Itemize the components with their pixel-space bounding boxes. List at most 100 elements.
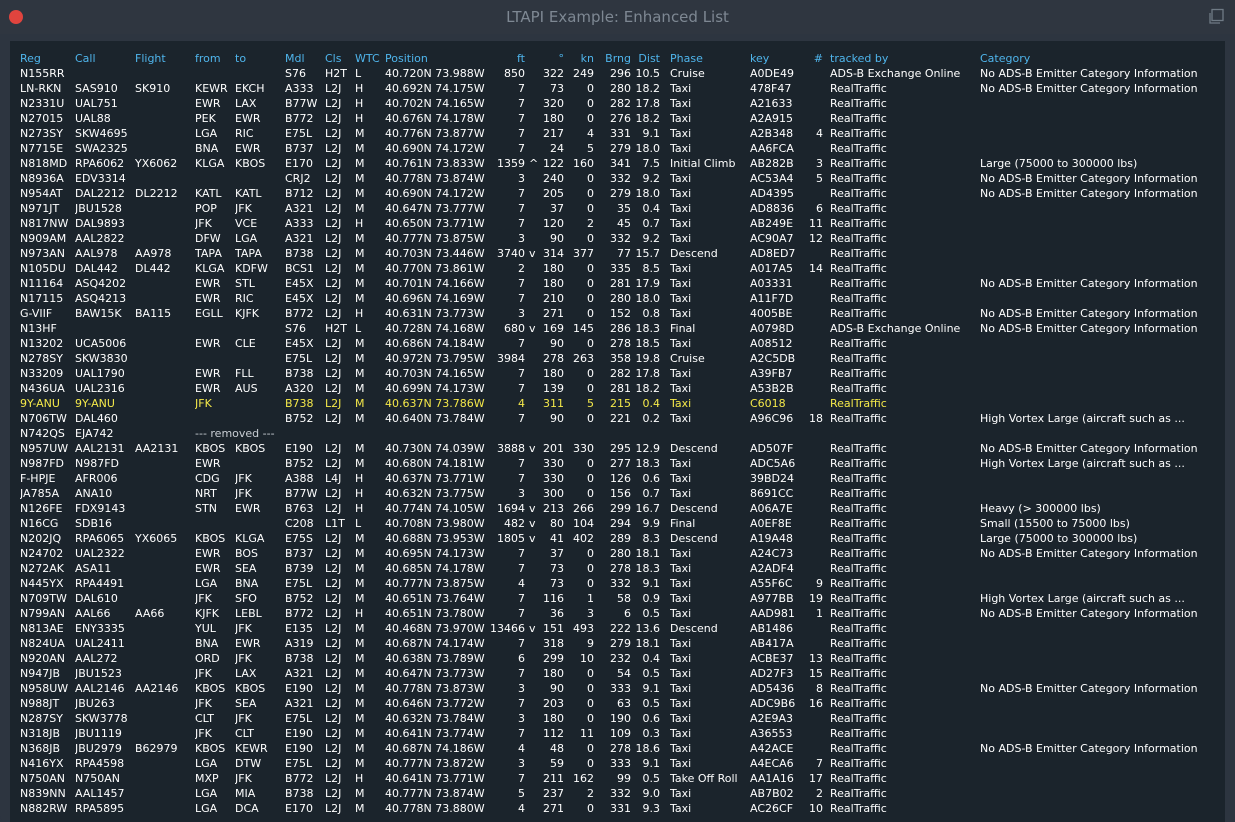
column-header-position[interactable]: Position xyxy=(385,51,485,66)
cell-category: No ADS-B Emitter Category Information xyxy=(980,742,1198,755)
table-row[interactable]: N973AN AAL978 AA978 TAPA TAPA B738 L2J M 40.703N… xyxy=(10,246,1225,261)
column-header-call[interactable]: Call xyxy=(75,51,135,66)
cell-wtc: M xyxy=(355,547,365,560)
column-header-key[interactable]: key xyxy=(750,51,805,66)
column-header-wtc[interactable]: WTC xyxy=(355,51,385,66)
column-header-tracked-by[interactable]: tracked by xyxy=(830,51,980,66)
table-row[interactable]: N971JT JBU1528 POP JFK A321 L2J M 40.647N 73.77… xyxy=(10,201,1225,216)
cell-phase: Taxi xyxy=(670,457,692,470)
table-row[interactable]: N709TW DAL610 JFK SFO B752 L2J M 40.651N 73.764… xyxy=(10,591,1225,606)
cell-bearing: 295 xyxy=(610,442,631,455)
table-row[interactable]: N27015 UAL88 PEK EWR B772 L2J H 40.676N 74.178W… xyxy=(10,111,1225,126)
cell-key: A55F6C xyxy=(750,577,793,590)
table-row[interactable]: N202JQ RPA6065 YX6065 KBOS KLGA E75S L2J M 40.68… xyxy=(10,531,1225,546)
table-row[interactable]: N2331U UAL751 EWR LAX B77W L2J H 40.702N 74.165… xyxy=(10,96,1225,111)
cell-position: 40.647N 73.777W xyxy=(385,202,485,215)
column-header-speed[interactable]: kn xyxy=(566,51,594,66)
table-row[interactable]: N278SY SKW3830 E75L L2J M 40.972N 73.795W 3984… xyxy=(10,351,1225,366)
table-row[interactable]: F-HPJE AFR006 CDG JFK A388 L4J H 40.637N 73.771… xyxy=(10,471,1225,486)
cell-number: 10 xyxy=(809,802,823,815)
table-row[interactable]: N17115 ASQ4213 EWR RIC E45X L2J M 40.696N 74.16… xyxy=(10,291,1225,306)
table-row[interactable]: N33209 UAL1790 EWR FLL B738 L2J M 40.703N 74.16… xyxy=(10,366,1225,381)
cell-call: UAL2316 xyxy=(75,382,125,395)
column-header-flight[interactable]: Flight xyxy=(135,51,195,66)
column-header-distance[interactable]: Dist xyxy=(631,51,660,66)
cell-distance: 19.8 xyxy=(635,352,661,365)
table-row[interactable]: N813AE ENY3335 YUL JFK E135 L2J M 40.468N 73.97… xyxy=(10,621,1225,636)
table-row[interactable]: N126FE FDX9143 STN EWR B763 L2J H 40.774N 74.10… xyxy=(10,501,1225,516)
column-header-category[interactable]: Category xyxy=(980,51,1220,66)
table-row[interactable]: N11164 ASQ4202 EWR STL E45X L2J M 40.701N 74.16… xyxy=(10,276,1225,291)
cell-speed: 0 xyxy=(587,802,594,815)
cell-vertical-indicator: v xyxy=(529,622,536,635)
table-row[interactable]: N957UW AAL2131 AA2131 KBOS KBOS E190 L2J M 40.73… xyxy=(10,441,1225,456)
cell-reg: N709TW xyxy=(20,592,67,605)
cell-phase: Taxi xyxy=(670,652,692,665)
table-row[interactable]: N920AN AAL272 ORD JFK B738 L2J M 40.638N 73.789… xyxy=(10,651,1225,666)
aircraft-list[interactable]: Reg Call Flight from to Mdl Cls WTC Posi… xyxy=(10,41,1225,822)
cell-distance: 0.2 xyxy=(642,412,661,425)
cell-tracked-by: RealTraffic xyxy=(830,577,887,590)
table-row[interactable]: N988JT JBU263 JFK SEA A321 L2J M 40.646N 73.772… xyxy=(10,696,1225,711)
cell-call: DAL610 xyxy=(75,592,118,605)
table-row[interactable]: N273SY SKW4695 LGA RIC E75L L2J M 40.776N 73.87… xyxy=(10,126,1225,141)
table-row[interactable]: N155RR S76 H2T L 40.720N 73.988W 850 322 249 296… xyxy=(10,66,1225,81)
table-row[interactable]: N436UA UAL2316 EWR AUS A320 L2J M 40.699N 74.17… xyxy=(10,381,1225,396)
column-header-from[interactable]: from xyxy=(195,51,235,66)
table-row[interactable]: N958UW AAL2146 AA2146 KBOS KBOS E190 L2J M 40.77… xyxy=(10,681,1225,696)
column-header-phase[interactable]: Phase xyxy=(670,51,750,66)
table-row[interactable]: N706TW DAL460 B752 L2J M 40.640N 73.784W 7 90 0 2… xyxy=(10,411,1225,426)
cell-distance: 18.3 xyxy=(635,562,661,575)
table-row[interactable]: N839NN AAL1457 LGA MIA B738 L2J M 40.777N 73.87… xyxy=(10,786,1225,801)
table-row[interactable]: N272AK ASA11 EWR SEA B739 L2J M 40.685N 74.178W… xyxy=(10,561,1225,576)
title-bar[interactable]: LTAPI Example: Enhanced List xyxy=(0,0,1235,34)
cell-speed: 0 xyxy=(587,187,594,200)
table-row[interactable]: N817NW DAL9893 JFK VCE A333 L2J H 40.650N 73.77… xyxy=(10,216,1225,231)
table-row[interactable]: N954AT DAL2212 DL2212 KATL KATL B712 L2J M 40.69… xyxy=(10,186,1225,201)
table-row[interactable]: 9Y-ANU 9Y-ANU JFK B738 L2J M 40.637N 73.786W 4 3… xyxy=(10,396,1225,411)
column-header-to[interactable]: to xyxy=(235,51,285,66)
table-row[interactable]: N416YX RPA4598 LGA DTW E75L L2J M 40.777N 73.87… xyxy=(10,756,1225,771)
table-row[interactable]: N818MD RPA6062 YX6062 KLGA KBOS E170 L2J M 40.76… xyxy=(10,156,1225,171)
column-header-heading[interactable]: ° xyxy=(540,51,565,66)
table-row[interactable]: N909AM AAL2822 DFW LGA A321 L2J M 40.777N 73.87… xyxy=(10,231,1225,246)
table-row[interactable]: N799AN AAL66 AA66 KJFK LEBL B772 L2J H 40.651N 7… xyxy=(10,606,1225,621)
table-row[interactable]: N13HF S76 H2T L 40.728N 74.168W 680 v 169 145 286… xyxy=(10,321,1225,336)
cell-flight: B62979 xyxy=(135,742,178,755)
cell-distance: 9.0 xyxy=(642,787,661,800)
table-row[interactable]: N882RW RPA5895 LGA DCA E170 L2J M 40.778N 73.88… xyxy=(10,801,1225,816)
table-row[interactable]: N13202 UCA5006 EWR CLE E45X L2J M 40.686N 74.18… xyxy=(10,336,1225,351)
column-header-number[interactable]: # xyxy=(805,51,823,66)
column-header-altitude[interactable]: ft xyxy=(490,51,525,66)
column-header-model[interactable]: Mdl xyxy=(285,51,325,66)
table-row[interactable]: N105DU DAL442 DL442 KLGA KDFW BCS1 L2J M 40.770N… xyxy=(10,261,1225,276)
cell-tracked-by: RealTraffic xyxy=(830,727,887,740)
cell-wtc: H xyxy=(355,772,364,785)
table-row[interactable]: N368JB JBU2979 B62979 KBOS KEWR E190 L2J M 40.68… xyxy=(10,741,1225,756)
cell-position: 40.776N 73.877W xyxy=(385,127,485,140)
table-row[interactable]: N287SY SKW3778 CLT JFK E75L L2J M 40.632N 73.78… xyxy=(10,711,1225,726)
table-row[interactable]: N750AN N750AN MXP JFK B772 L2J H 40.641N 73.771… xyxy=(10,771,1225,786)
table-row[interactable]: N8936A EDV3314 CRJ2 L2J M 40.778N 73.874W 3 240… xyxy=(10,171,1225,186)
popout-window-icon[interactable] xyxy=(1207,8,1225,26)
table-row[interactable]: N824UA UAL2411 BNA EWR A319 L2J M 40.687N 74.17… xyxy=(10,636,1225,651)
column-header-class[interactable]: Cls xyxy=(325,51,355,66)
column-header-bearing[interactable]: Brng xyxy=(600,51,631,66)
table-row[interactable]: N7715E SWA2325 BNA EWR B737 L2J M 40.690N 74.17… xyxy=(10,141,1225,156)
table-row[interactable]: N445YX RPA4491 LGA BNA E75L L2J M 40.777N 73.87… xyxy=(10,576,1225,591)
table-row[interactable]: G-VIIF BAW15K BA115 EGLL KJFK B772 L2J H 40.631N… xyxy=(10,306,1225,321)
table-row[interactable]: N742QS EJA742 --- removed --- xyxy=(10,426,1225,441)
table-row[interactable]: LN-RKN SAS910 SK910 KEWR EKCH A333 L2J H 40.692N… xyxy=(10,81,1225,96)
cell-call: UAL2322 xyxy=(75,547,125,560)
cell-flight: AA2146 xyxy=(135,682,179,695)
cell-speed: 0 xyxy=(587,412,594,425)
table-row[interactable]: N24702 UAL2322 EWR BOS B737 L2J M 40.695N 74.17… xyxy=(10,546,1225,561)
cell-heading: 180 xyxy=(543,112,564,125)
table-row[interactable]: JA785A ANA10 NRT JFK B77W L2J H 40.632N 73.775W… xyxy=(10,486,1225,501)
table-row[interactable]: N987FD N987FD EWR B752 L2J M 40.680N 74.181W 7 3… xyxy=(10,456,1225,471)
table-row[interactable]: N16CG SDB16 C208 L1T L 40.708N 73.980W 482 v 80 1… xyxy=(10,516,1225,531)
table-row[interactable]: N318JB JBU1119 JFK CLT E190 L2J M 40.641N 73.77… xyxy=(10,726,1225,741)
cell-key: 39BD24 xyxy=(750,472,795,485)
table-row[interactable]: N947JB JBU1523 JFK LAX A321 L2J M 40.647N 73.77… xyxy=(10,666,1225,681)
column-header-reg[interactable]: Reg xyxy=(20,51,75,66)
